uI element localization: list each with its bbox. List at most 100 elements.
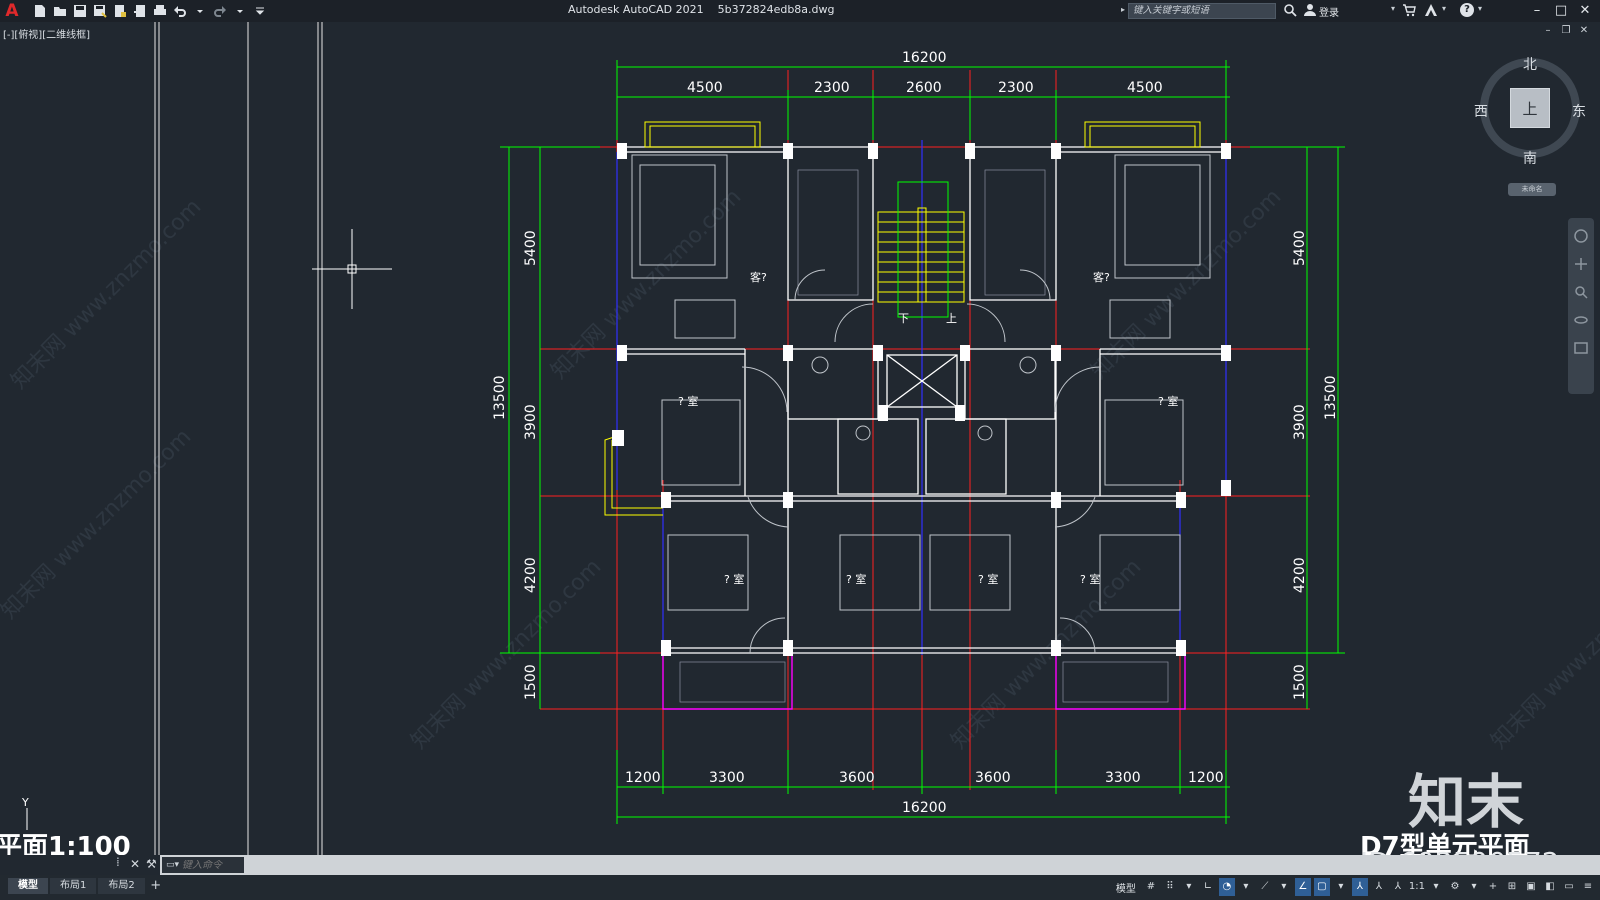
login-dropdown-icon[interactable]: ▾	[1391, 4, 1395, 13]
compass-east[interactable]: 东	[1572, 101, 1586, 121]
isodraft-dropdown-icon[interactable]: ▾	[1276, 878, 1292, 896]
annotation-visibility-icon[interactable]: ⅄	[1351, 878, 1368, 896]
pan-icon[interactable]	[1573, 256, 1589, 272]
compass-west[interactable]: 西	[1474, 101, 1488, 121]
watermark-text: 知末网 www.znzmo.com	[407, 554, 607, 754]
customization-icon[interactable]: ≡	[1580, 878, 1596, 896]
command-input[interactable]	[182, 859, 240, 871]
isodraft-icon[interactable]: ⟋	[1257, 878, 1273, 896]
a360-dropdown-icon[interactable]: ▾	[1442, 4, 1446, 13]
dim-left: 1500	[523, 664, 539, 700]
save-icon[interactable]	[72, 3, 88, 19]
viewcube[interactable]: 上 北 南 西 东	[1474, 57, 1586, 167]
save-as-icon[interactable]	[92, 3, 108, 19]
command-line-customize-icon[interactable]: ⚒	[146, 857, 158, 871]
scale-dropdown-icon[interactable]: ▾	[1428, 878, 1444, 896]
dimension-texts-bottom: 1200 3300 3600 3600 3300 1200 16200	[625, 770, 1224, 816]
annotation-scale-value[interactable]: 1:1	[1409, 878, 1425, 896]
undo-icon[interactable]	[172, 3, 188, 19]
showmotion-icon[interactable]	[1573, 340, 1589, 356]
compass-south[interactable]: 南	[1523, 148, 1537, 168]
command-prompt[interactable]: ▭▾	[162, 857, 244, 873]
command-line-grip-icon[interactable]: ⁞	[116, 855, 130, 875]
navigation-bar	[1568, 218, 1594, 394]
search-input[interactable]: 键入关键字或短语	[1128, 3, 1276, 19]
auto-scale-icon[interactable]: ⅄	[1371, 878, 1387, 896]
open-file-icon[interactable]	[52, 3, 68, 19]
units-icon[interactable]: ⊞	[1504, 878, 1520, 896]
steering-wheel-icon[interactable]	[1573, 228, 1589, 244]
model-space-toggle[interactable]: 模型	[1116, 880, 1136, 895]
object-snap-icon[interactable]: ▢	[1313, 878, 1330, 896]
polar-tracking-icon[interactable]: ◔	[1218, 878, 1235, 896]
compass-north[interactable]: 北	[1523, 54, 1537, 74]
user-icon[interactable]	[1303, 3, 1317, 17]
status-tools: 模型 # ⠿ ▾ ∟ ◔ ▾ ⟋ ▾ ∠ ▢ ▾ ⅄ ⅄ ⅄ 1:1 ▾ ⚙ ▾…	[1116, 878, 1596, 896]
object-snap-dropdown-icon[interactable]: ▾	[1333, 878, 1349, 896]
zoom-extents-icon[interactable]	[1573, 284, 1589, 300]
title-bar: A Autodesk AutoCAD 2021 5b372824edb8a.dwg…	[0, 0, 1600, 22]
stair-label-up: 上	[946, 312, 957, 325]
search-icon[interactable]	[1283, 3, 1297, 17]
snap-dropdown-icon[interactable]: ▾	[1181, 878, 1197, 896]
layout-tabs: 模型 布局1 布局2 +	[8, 878, 165, 894]
dim-right: 4200	[1292, 557, 1308, 593]
plot-icon[interactable]	[152, 3, 168, 19]
grid-icon[interactable]: #	[1143, 878, 1159, 896]
customize-qat-icon[interactable]	[252, 3, 268, 19]
search-expand-icon[interactable]: ▸	[1121, 5, 1125, 14]
annotation-scale-icon[interactable]: ⅄	[1390, 878, 1406, 896]
wcs-menu[interactable]: 未命名	[1508, 183, 1556, 196]
room-label: 客?	[1093, 270, 1110, 284]
room-label: ? 室	[1080, 572, 1100, 586]
tab-layout2[interactable]: 布局2	[98, 878, 145, 894]
dim-left: 5400	[523, 230, 539, 266]
workspace-gear-icon[interactable]: ⚙	[1447, 878, 1463, 896]
status-bar: 模型 布局1 布局2 + 模型 # ⠿ ▾ ∟ ◔ ▾ ⟋ ▾ ∠ ▢ ▾ ⅄ …	[0, 875, 1600, 900]
maximize-icon[interactable]: □	[1551, 1, 1571, 21]
viewport-controls[interactable]: [-][俯视][二维线框]	[3, 26, 90, 41]
room-label: ? 室	[978, 572, 998, 586]
dimension-texts-top: 16200 4500 2300 2600 2300 4500	[687, 50, 1163, 96]
add-layout-icon[interactable]: +	[147, 878, 165, 894]
command-line-close-icon[interactable]: ✕	[130, 857, 142, 871]
clean-screen-icon[interactable]: ▭	[1561, 878, 1577, 896]
recent-commands-icon[interactable]: ▭▾	[166, 859, 182, 871]
tab-layout1[interactable]: 布局1	[50, 878, 97, 894]
new-file-icon[interactable]	[32, 3, 48, 19]
redo-icon[interactable]	[212, 3, 228, 19]
undo-dropdown-icon[interactable]	[192, 3, 208, 19]
open-web-icon[interactable]	[112, 3, 128, 19]
room-label: ? 室	[1158, 394, 1178, 408]
polar-dropdown-icon[interactable]: ▾	[1238, 878, 1254, 896]
minimize-icon[interactable]: –	[1527, 1, 1547, 21]
orbit-icon[interactable]	[1573, 312, 1589, 328]
isolate-objects-icon[interactable]: ◧	[1542, 878, 1558, 896]
help-dropdown-icon[interactable]: ▾	[1478, 4, 1482, 13]
quick-properties-icon[interactable]: ▣	[1523, 878, 1539, 896]
annotation-monitor-icon[interactable]: +	[1485, 878, 1501, 896]
dim-top: 4500	[687, 80, 723, 96]
dim-bottom: 3300	[709, 770, 745, 786]
dim-right: 3900	[1292, 404, 1308, 440]
save-web-icon[interactable]	[132, 3, 148, 19]
cart-icon[interactable]	[1402, 3, 1416, 17]
login-link[interactable]: 登录	[1319, 4, 1339, 19]
app-logo[interactable]: A	[2, 1, 22, 21]
redo-dropdown-icon[interactable]	[232, 3, 248, 19]
workspace-dropdown-icon[interactable]: ▾	[1466, 878, 1482, 896]
dim-bottom: 3600	[839, 770, 875, 786]
dim-overall-right: 13500	[1323, 375, 1339, 420]
autodesk-a360-icon[interactable]	[1424, 3, 1438, 17]
close-icon[interactable]: ✕	[1575, 1, 1595, 21]
dim-bottom: 1200	[625, 770, 661, 786]
object-snap-tracking-icon[interactable]: ∠	[1294, 878, 1311, 896]
ortho-icon[interactable]: ∟	[1200, 878, 1216, 896]
room-label: 客?	[750, 270, 767, 284]
viewcube-top-face[interactable]: 上	[1510, 88, 1550, 128]
dim-top: 2600	[906, 80, 942, 96]
snap-icon[interactable]: ⠿	[1162, 878, 1178, 896]
help-icon[interactable]: ?	[1460, 3, 1474, 17]
tab-model[interactable]: 模型	[8, 878, 48, 894]
drawing-canvas[interactable]: 知末网 www.znzmo.com 知末网 www.znzmo.com 知末网 …	[0, 22, 1600, 855]
